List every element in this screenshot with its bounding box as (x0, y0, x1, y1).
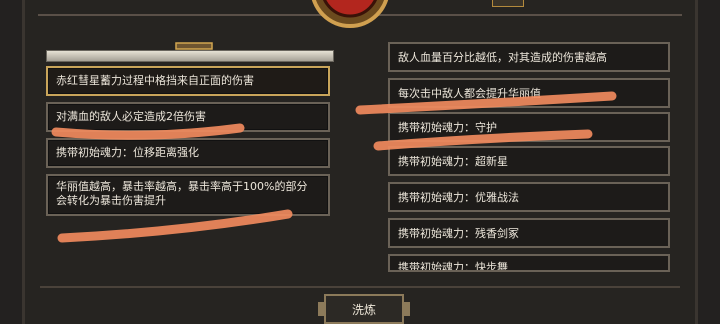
option-card-1[interactable]: 敌人血量百分比越低，对其造成的伤害越高 (388, 42, 670, 72)
button-right-tab (404, 302, 410, 316)
option-card-2[interactable]: 每次击中敌人都会提升华丽值 (388, 78, 670, 108)
option-card-7[interactable]: 携带初始魂力：快步舞 (388, 254, 670, 272)
emblem-icon (311, 0, 389, 28)
attribute-card-2[interactable]: 对满血的敌人必定造成2倍伤害 (46, 102, 330, 132)
scroll-knob-icon (175, 42, 213, 50)
refine-button[interactable]: 洗炼 (318, 294, 410, 324)
option-card-3[interactable]: 携带初始魂力：守护 (388, 112, 670, 142)
button-left-tab (318, 302, 324, 316)
option-card-6[interactable]: 携带初始魂力：残香剑冢 (388, 218, 670, 248)
top-tab (492, 0, 524, 7)
refine-button-label: 洗炼 (351, 302, 376, 317)
option-card-5[interactable]: 携带初始魂力：优雅战法 (388, 182, 670, 212)
scroll-ornament (46, 50, 334, 62)
attribute-card-1[interactable]: 赤红彗星蓄力过程中格挡来自正面的伤害 (46, 66, 330, 96)
bottom-divider (40, 286, 680, 288)
attribute-card-4[interactable]: 华丽值越高，暴击率越高，暴击率高于100%的部分 会转化为暴击伤害提升 (46, 174, 330, 216)
option-card-4[interactable]: 携带初始魂力：超新星 (388, 146, 670, 176)
attribute-card-3[interactable]: 携带初始魂力：位移距离强化 (46, 138, 330, 168)
